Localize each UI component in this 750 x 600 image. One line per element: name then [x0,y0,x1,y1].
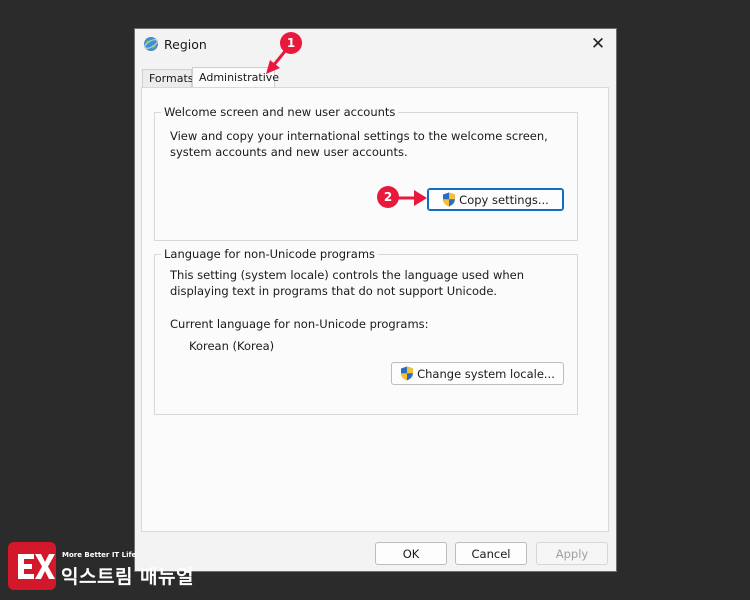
apply-button[interactable]: Apply [536,542,608,565]
non-unicode-group: Language for non-Unicode programs This s… [154,247,578,415]
welcome-group-title: Welcome screen and new user accounts [161,105,399,119]
shield-icon [442,192,456,207]
brand-name: 익스트림 매뉴얼 [61,566,194,588]
current-language-label: Current language for non-Unicode program… [170,317,429,331]
close-button[interactable]: ✕ [588,34,608,54]
annotation-arrow-1 [266,49,288,74]
change-system-locale-button[interactable]: Change system locale... [391,362,564,385]
copy-settings-label: Copy settings... [459,192,549,207]
annotation-marker-2: 2 [377,186,399,208]
welcome-description: View and copy your international setting… [170,129,548,159]
window-title: Region [164,37,207,52]
administrative-panel: Welcome screen and new user accounts Vie… [141,87,609,532]
brand-tagline: More Better IT Life [62,551,137,559]
globe-icon [143,36,159,52]
cancel-button[interactable]: Cancel [455,542,527,565]
change-system-locale-label: Change system locale... [417,366,555,381]
tab-formats[interactable]: Formats [142,69,194,88]
brand-watermark: More Better IT Life 익스트림 매뉴얼 [8,542,208,592]
region-dialog: Region ✕ Formats Administrative Welcome … [134,28,617,572]
annotation-arrow-2 [398,190,427,206]
non-unicode-group-title: Language for non-Unicode programs [161,247,379,261]
brand-logo [8,542,56,590]
shield-icon [400,366,414,381]
title-bar: Region ✕ [135,29,616,63]
current-language-value: Korean (Korea) [189,339,275,353]
copy-settings-button[interactable]: Copy settings... [427,188,564,211]
welcome-screen-group: Welcome screen and new user accounts Vie… [154,105,578,241]
ok-button[interactable]: OK [375,542,447,565]
non-unicode-description: This setting (system locale) controls th… [170,268,525,298]
